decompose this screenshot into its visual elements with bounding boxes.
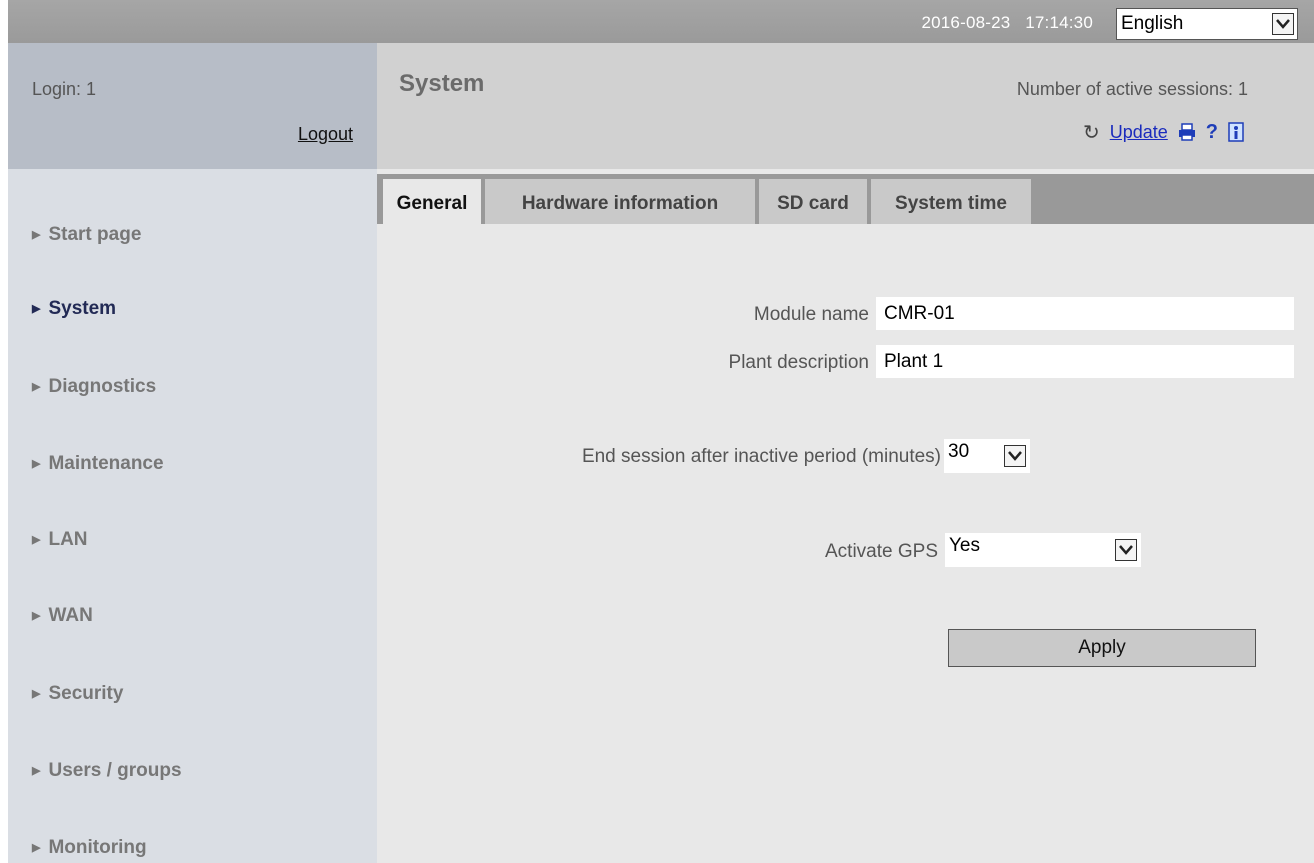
- nav-item-system[interactable]: ▶ System: [32, 298, 116, 320]
- nav-item-label: Maintenance: [48, 453, 164, 474]
- date-text: 2016-08-23: [921, 13, 1011, 32]
- nav-item-label: Users / groups: [48, 760, 182, 781]
- arrow-right-icon: ▶: [32, 381, 41, 393]
- nav-item-label: Start page: [48, 224, 142, 245]
- session-timeout-value: 30: [948, 441, 970, 462]
- gps-label: Activate GPS: [825, 541, 938, 562]
- arrow-right-icon: ▶: [32, 688, 41, 700]
- session-timeout-label: End session after inactive period (minut…: [581, 446, 941, 467]
- tab-label: SD card: [777, 193, 849, 214]
- gps-select[interactable]: Yes: [945, 533, 1141, 567]
- sidebar: Login: 1 Logout ▶ Start page ▶ System ▶ Dia…: [8, 43, 377, 863]
- module-name-input[interactable]: [876, 297, 1294, 330]
- main-content: General Hardware information SD card Sys…: [377, 169, 1314, 863]
- plant-description-input[interactable]: [876, 345, 1294, 378]
- nav-item-label: Monitoring: [48, 837, 147, 858]
- arrow-right-icon: ▶: [32, 765, 41, 777]
- nav-item-label: Diagnostics: [48, 376, 157, 397]
- nav-item-diagnostics[interactable]: ▶ Diagnostics: [32, 376, 156, 398]
- refresh-icon[interactable]: ↻: [1083, 120, 1100, 145]
- print-icon[interactable]: [1178, 123, 1196, 141]
- nav-item-label: LAN: [48, 529, 88, 550]
- arrow-right-icon: ▶: [32, 229, 41, 241]
- arrow-right-icon: ▶: [32, 610, 41, 622]
- nav-item-lan[interactable]: ▶ LAN: [32, 529, 88, 551]
- tab-general[interactable]: General: [383, 179, 481, 224]
- page-title: System: [399, 70, 485, 97]
- arrow-right-icon: ▶: [32, 458, 41, 470]
- nav-item-maintenance[interactable]: ▶ Maintenance: [32, 453, 164, 475]
- chevron-down-icon[interactable]: [1004, 445, 1026, 467]
- plant-description-label: Plant description: [728, 352, 869, 373]
- nav-item-monitoring[interactable]: ▶ Monitoring: [32, 837, 147, 859]
- apply-button[interactable]: Apply: [948, 629, 1256, 667]
- chevron-down-icon[interactable]: [1115, 539, 1137, 561]
- nav-item-users-groups[interactable]: ▶ Users / groups: [32, 760, 182, 782]
- datetime-display: 2016-08-23 17:14:30: [921, 13, 1093, 33]
- top-bar-edge: [0, 0, 8, 43]
- info-icon[interactable]: [1228, 122, 1244, 142]
- tab-sd-card[interactable]: SD card: [759, 179, 867, 224]
- time-text: 17:14:30: [1025, 13, 1093, 32]
- tab-label: General: [396, 193, 468, 214]
- update-link[interactable]: Update: [1110, 122, 1168, 143]
- header-toolbar: ↻ Update ?: [1083, 120, 1244, 144]
- arrow-right-icon: ▶: [32, 534, 41, 546]
- language-value: English: [1121, 13, 1184, 34]
- nav-item-start-page[interactable]: ▶ Start page: [32, 224, 141, 246]
- nav-item-label: Security: [48, 683, 124, 704]
- chevron-down-icon[interactable]: [1272, 13, 1294, 35]
- login-label: Login: 1: [32, 79, 97, 99]
- tab-hardware-information[interactable]: Hardware information: [485, 179, 755, 224]
- help-icon[interactable]: ?: [1206, 121, 1218, 144]
- nav-item-wan[interactable]: ▶ WAN: [32, 605, 93, 627]
- module-name-label: Module name: [753, 304, 869, 325]
- language-select[interactable]: English: [1116, 8, 1298, 40]
- top-bar: 2016-08-23 17:14:30 English: [0, 0, 1314, 43]
- logout-link[interactable]: Logout: [298, 124, 353, 145]
- session-timeout-select[interactable]: 30: [944, 439, 1030, 473]
- nav-item-security[interactable]: ▶ Security: [32, 683, 123, 705]
- tab-system-time[interactable]: System time: [871, 179, 1031, 224]
- nav-item-label: System: [48, 298, 117, 319]
- gps-value: Yes: [949, 535, 980, 556]
- tab-label: Hardware information: [521, 193, 719, 214]
- tab-label: System time: [895, 193, 1007, 214]
- nav-item-label: WAN: [48, 605, 93, 626]
- active-sessions-text: Number of active sessions: 1: [1016, 79, 1248, 99]
- tab-bar: General Hardware information SD card Sys…: [377, 174, 1314, 224]
- arrow-right-icon: ▶: [32, 303, 41, 315]
- page-header: System Number of active sessions: 1 ↻ Up…: [377, 43, 1314, 169]
- login-box: Login: 1 Logout: [8, 43, 377, 169]
- arrow-right-icon: ▶: [32, 842, 41, 854]
